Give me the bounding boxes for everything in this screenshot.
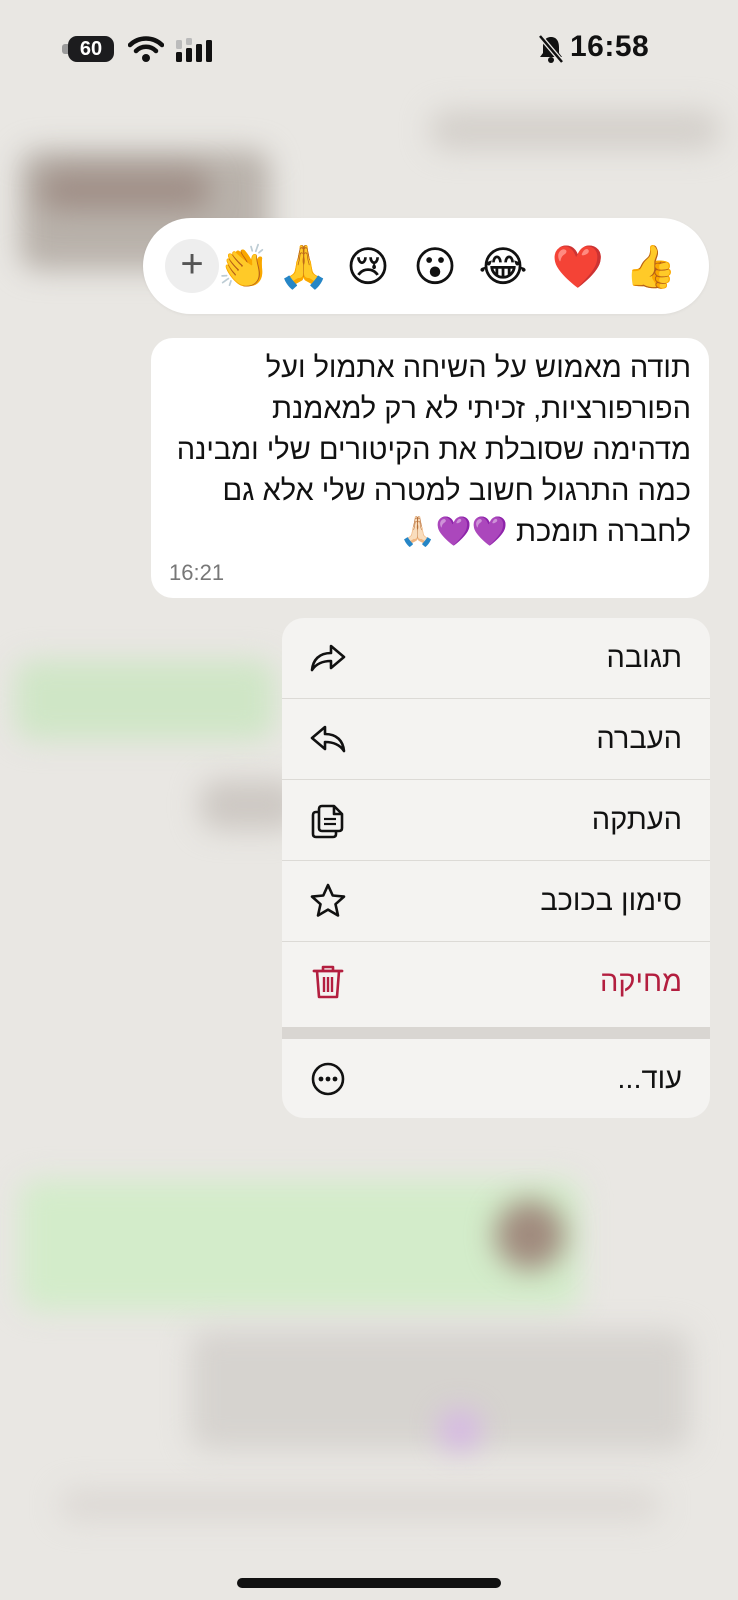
menu-item-reply[interactable]: תגובה bbox=[282, 618, 710, 699]
menu-item-label: עוד... bbox=[617, 1063, 682, 1095]
star-icon bbox=[310, 883, 346, 917]
menu-item-label: העתקה bbox=[591, 804, 682, 836]
more-ellipsis-icon bbox=[311, 1062, 345, 1096]
reaction-bar: + 👏 🙏 😢 😮 😂 ❤️ 👍 bbox=[143, 218, 709, 314]
message-timestamp: 16:21 bbox=[169, 560, 225, 585]
menu-item-label: תגובה bbox=[606, 642, 682, 674]
reaction-folded-hands[interactable]: 🙏 bbox=[277, 240, 331, 294]
reaction-surprised-face[interactable]: 😮 bbox=[408, 240, 462, 294]
reaction-tears-of-joy-face[interactable]: 😂 bbox=[476, 240, 530, 294]
forward-arrow-icon bbox=[310, 725, 346, 753]
wifi-icon bbox=[128, 36, 164, 62]
message-text: תודה מאמוש על השיחה אתמול ועל הפורפורציו… bbox=[176, 352, 691, 548]
cellular-signal-icon bbox=[176, 38, 212, 62]
status-time: 16:58 bbox=[570, 30, 650, 63]
reaction-thumbs-up[interactable]: 👍 bbox=[624, 240, 678, 294]
silent-bell-icon bbox=[538, 34, 564, 64]
menu-item-label: סימון בכוכב bbox=[540, 885, 682, 917]
home-indicator[interactable] bbox=[237, 1578, 501, 1588]
trash-icon bbox=[312, 965, 344, 999]
menu-item-copy[interactable]: העתקה bbox=[282, 780, 710, 861]
battery-icon: 60 bbox=[68, 36, 114, 62]
menu-item-delete[interactable]: מחיקה bbox=[282, 942, 710, 1022]
message-context-menu: תגובה העברה העתקה סימון בכוכב מחיקה עוד.… bbox=[282, 618, 710, 1118]
message-bubble[interactable]: תודה מאמוש על השיחה אתמול ועל הפורפורציו… bbox=[151, 338, 709, 598]
menu-item-forward[interactable]: העברה bbox=[282, 699, 710, 780]
menu-separator bbox=[282, 1027, 710, 1039]
menu-item-star[interactable]: סימון בכוכב bbox=[282, 861, 710, 942]
reaction-red-heart[interactable]: ❤️ bbox=[551, 240, 605, 294]
status-bar: 60 16:58 bbox=[0, 0, 738, 100]
add-reaction-button[interactable]: + bbox=[165, 239, 219, 293]
copy-icon bbox=[311, 804, 344, 839]
reply-arrow-icon bbox=[310, 644, 346, 672]
reaction-clapping-hands[interactable]: 👏 bbox=[217, 240, 271, 294]
menu-item-label: העברה bbox=[596, 723, 682, 755]
menu-item-label: מחיקה bbox=[599, 966, 682, 998]
menu-item-more[interactable]: עוד... bbox=[282, 1039, 710, 1118]
reaction-crying-face[interactable]: 😢 bbox=[341, 240, 395, 294]
